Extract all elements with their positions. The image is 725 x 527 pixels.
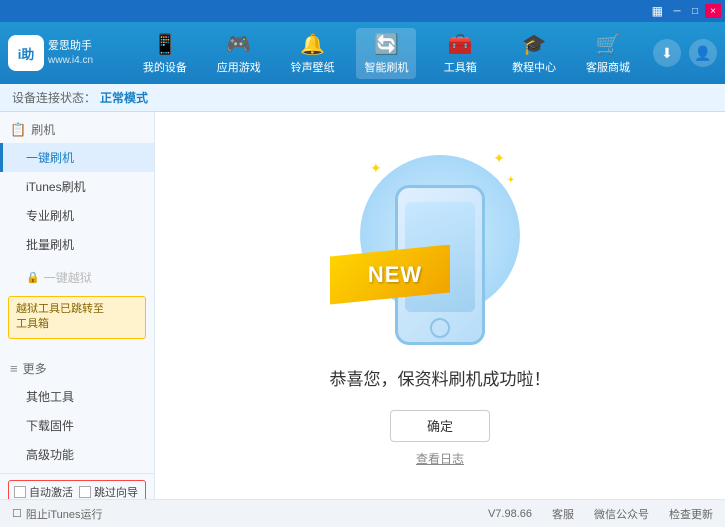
nav-apps-games[interactable]: 🎮 应用游戏 <box>209 28 269 79</box>
sidebar-flash-section: 📋 刷机 一键刷机 iTunes刷机 专业刷机 批量刷机 <box>0 112 154 263</box>
sidebar-item-one-key-flash[interactable]: 一键刷机 <box>0 143 154 172</box>
wifi-icon: ▦ <box>652 4 663 18</box>
auto-activate-checkbox-item[interactable]: 自动激活 <box>14 484 73 499</box>
nav-my-device[interactable]: 📱 我的设备 <box>135 28 195 79</box>
maximize-button[interactable]: □ <box>687 4 703 18</box>
ringtones-label: 铃声壁纸 <box>291 59 335 75</box>
service-icon: 🛒 <box>596 32 621 57</box>
app-website: www.i4.cn <box>48 54 93 67</box>
download-button[interactable]: ⬇ <box>653 39 681 67</box>
guide-activate-label: 跳过向导 <box>94 484 138 499</box>
main-area: 📋 刷机 一键刷机 iTunes刷机 专业刷机 批量刷机 🔒 一键越狱 越狱工具… <box>0 112 725 499</box>
guide-activate-checkbox[interactable] <box>79 486 91 498</box>
log-link[interactable]: 查看日志 <box>416 450 464 467</box>
my-device-label: 我的设备 <box>143 59 187 75</box>
more-section-label: 更多 <box>23 360 47 377</box>
sidebar-item-other-tools[interactable]: 其他工具 <box>0 382 154 411</box>
flash-section-icon: 📋 <box>10 122 26 138</box>
success-message: 恭喜您，保资料刷机成功啦！ <box>330 365 551 390</box>
version-label: V7.98.66 <box>488 508 532 520</box>
sidebar-bottom: 自动激活 跳过向导 📱 iPhone 15 Pro Max 512GB iPho… <box>0 473 154 499</box>
checkbox-icon: ☐ <box>12 507 22 520</box>
sidebar-item-pro-flash[interactable]: 专业刷机 <box>0 201 154 230</box>
sidebar-item-advanced[interactable]: 高级功能 <box>0 440 154 469</box>
service-label: 客服商城 <box>586 59 630 75</box>
header: i助 爱思助手 www.i4.cn 📱 我的设备 🎮 应用游戏 🔔 铃声壁纸 🔄… <box>0 22 725 84</box>
lock-icon: 🔒 <box>26 271 40 284</box>
nav-smart-flash[interactable]: 🔄 智能刷机 <box>356 28 416 79</box>
warning-text: 越狱工具已跳转至工具箱 <box>16 303 104 330</box>
toolbox-label: 工具箱 <box>444 59 477 75</box>
user-button[interactable]: 👤 <box>689 39 717 67</box>
check-update-link[interactable]: 检查更新 <box>669 506 713 522</box>
nav-service[interactable]: 🛒 客服商城 <box>578 28 638 79</box>
wechat-link[interactable]: 微信公众号 <box>594 506 649 522</box>
sparkle-2: ✦ <box>493 150 505 167</box>
nav-toolbox[interactable]: 🧰 工具箱 <box>430 28 490 79</box>
flash-section-label: 刷机 <box>31 121 55 138</box>
logo-icon: i助 <box>8 35 44 71</box>
sidebar-item-download-firmware[interactable]: 下载固件 <box>0 411 154 440</box>
sidebar-more-header: ≡ 更多 <box>0 355 154 382</box>
app-name: 爱思助手 <box>48 39 93 53</box>
toolbox-icon: 🧰 <box>448 32 473 57</box>
nav-bar: 📱 我的设备 🎮 应用游戏 🔔 铃声壁纸 🔄 智能刷机 🧰 工具箱 🎓 教程中心… <box>128 28 645 79</box>
sidebar-item-itunes-flash[interactable]: iTunes刷机 <box>0 172 154 201</box>
tutorial-label: 教程中心 <box>512 59 556 75</box>
phone-home-button <box>430 318 450 338</box>
titlebar: ▦ ─ □ × <box>0 0 725 22</box>
more-section-icon: ≡ <box>10 361 18 376</box>
logo-symbol: i助 <box>18 44 35 63</box>
header-right: ⬇ 👤 <box>653 39 717 67</box>
ringtones-icon: 🔔 <box>300 32 325 57</box>
sparkle-1: ✦ <box>370 160 382 177</box>
main-content: ✦ ✦ ✦ NEW 恭喜您，保资料刷机成功啦！ 确定 查看日志 <box>155 112 725 499</box>
service-link[interactable]: 客服 <box>552 506 574 522</box>
close-button[interactable]: × <box>705 4 721 18</box>
sparkle-3: ✦ <box>507 175 515 186</box>
new-text: NEW <box>358 262 422 288</box>
minimize-button[interactable]: ─ <box>669 4 685 18</box>
auto-toggle-row: 自动激活 跳过向导 <box>8 480 146 499</box>
status-label: 设备连接状态： <box>12 89 96 106</box>
apps-games-label: 应用游戏 <box>217 59 261 75</box>
smart-flash-icon: 🔄 <box>374 32 399 57</box>
no-itunes-label: 阻止iTunes运行 <box>26 506 103 522</box>
sidebar: 📋 刷机 一键刷机 iTunes刷机 专业刷机 批量刷机 🔒 一键越狱 越狱工具… <box>0 112 155 499</box>
nav-tutorial[interactable]: 🎓 教程中心 <box>504 28 564 79</box>
apps-games-icon: 🎮 <box>226 32 251 57</box>
sidebar-flash-header: 📋 刷机 <box>0 116 154 143</box>
my-device-icon: 📱 <box>152 32 177 57</box>
auto-activate-label: 自动激活 <box>29 484 73 499</box>
guide-activate-checkbox-item[interactable]: 跳过向导 <box>79 484 138 499</box>
success-illustration: ✦ ✦ ✦ NEW <box>350 145 530 345</box>
status-value: 正常模式 <box>100 89 148 106</box>
nav-ringtones[interactable]: 🔔 铃声壁纸 <box>283 28 343 79</box>
tutorial-icon: 🎓 <box>522 32 547 57</box>
bottom-bar: ☐ 阻止iTunes运行 V7.98.66 客服 微信公众号 检查更新 <box>0 499 725 527</box>
auto-activate-checkbox[interactable] <box>14 486 26 498</box>
sidebar-item-batch-flash[interactable]: 批量刷机 <box>0 230 154 259</box>
sidebar-disabled-jailbreak: 🔒 一键越狱 <box>0 263 154 292</box>
logo: i助 爱思助手 www.i4.cn <box>8 35 108 71</box>
status-bar: 设备连接状态： 正常模式 <box>0 84 725 112</box>
confirm-button[interactable]: 确定 <box>390 410 490 442</box>
no-itunes-item[interactable]: ☐ 阻止iTunes运行 <box>12 506 102 522</box>
sidebar-more-section: ≡ 更多 其他工具 下载固件 高级功能 <box>0 351 154 473</box>
sidebar-warning-box: 越狱工具已跳转至工具箱 <box>8 296 146 339</box>
logo-text: 爱思助手 www.i4.cn <box>48 39 93 66</box>
smart-flash-label: 智能刷机 <box>364 59 408 75</box>
